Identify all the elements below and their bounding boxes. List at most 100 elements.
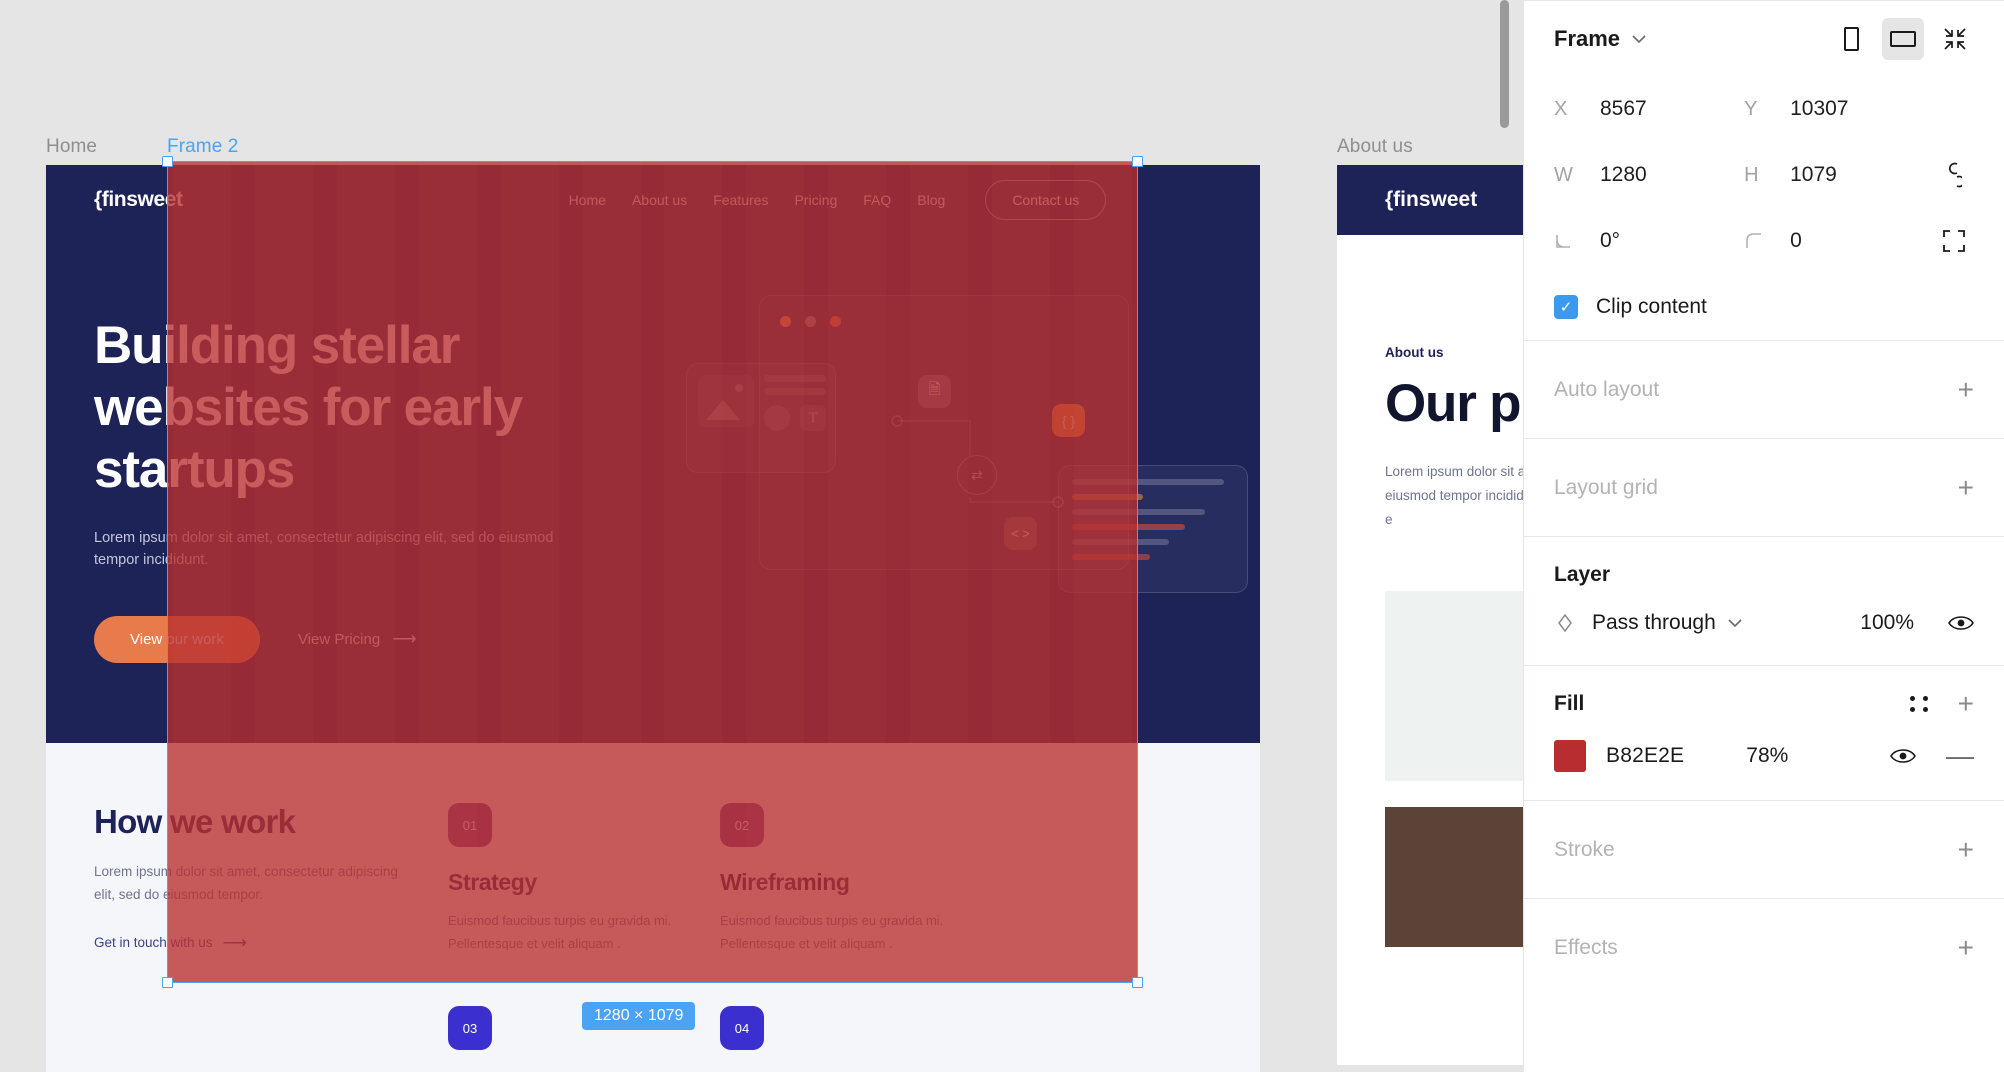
canvas-vertical-scrollbar[interactable] [1500,0,1509,128]
blend-mode-row: Pass through 100% [1554,611,1974,635]
position-row: X 8567 Y 10307 [1524,76,2004,142]
get-in-touch-link[interactable]: Get in touch with us ⟶ [94,933,404,953]
effects-section: Effects + [1524,899,2004,996]
fill-section: Fill + B82E2E 78% — [1524,666,2004,800]
layer-label: Layer [1554,563,1611,586]
nav-link-about-us[interactable]: About us [632,192,687,208]
work-card-badge: 01 [439,803,492,854]
rotation-field[interactable]: 0° [1554,229,1744,253]
nav-link-faq[interactable]: FAQ [863,192,891,208]
get-in-touch-label: Get in touch with us [94,935,213,951]
work-card-development: 04 Development [711,1006,948,1072]
about-us-artboard[interactable]: {finsweet About us Our pro Lorem ipsum d… [1337,165,1523,1065]
work-card-badge: 03 [439,1006,492,1057]
height-field[interactable]: H 1079 [1744,163,1934,187]
constrain-proportions-icon [1949,162,1963,188]
frame-2-artboard[interactable]: {finsweet Home About us Features Pricing… [46,165,1260,1065]
y-field[interactable]: Y 10307 [1744,97,1934,121]
corner-radius-field[interactable]: 0 [1744,229,1934,253]
add-effect-button[interactable]: + [1958,933,1974,962]
fill-color-swatch[interactable] [1554,740,1586,772]
work-card-text: Euismod faucibus turpis eu gravida mi. P… [448,913,672,951]
arrow-right-icon: ⟶ [392,629,417,649]
scale-to-fit-button[interactable] [1934,18,1976,60]
hero-copy: Building stellar websites for early star… [94,315,554,663]
about-image-panel [1385,591,1523,782]
rotation-icon [1554,231,1600,251]
effects-label: Effects [1554,935,1618,959]
portrait-orientation-button[interactable] [1830,18,1872,60]
nav-link-blog[interactable]: Blog [917,192,945,208]
how-we-work-paragraph: Lorem ipsum dolor sit amet, consectetur … [94,864,398,902]
add-stroke-button[interactable]: + [1958,835,1974,864]
work-card-badge: 04 [711,1006,764,1057]
remove-fill-button[interactable]: — [1946,742,1974,770]
width-value[interactable]: 1280 [1600,163,1647,187]
view-our-work-button[interactable]: View our work [94,615,260,663]
layer-section: Layer Pass through 100% [1524,537,2004,665]
nav-link-home[interactable]: Home [569,192,606,208]
clip-content-row[interactable]: ✓ Clip content [1524,274,2004,340]
size-row: W 1280 H 1079 [1524,142,2004,208]
selection-dimensions-badge: 1280 × 1079 [582,1002,696,1030]
layer-visibility-button[interactable] [1948,614,1974,632]
about-copy: About us Our pro Lorem ipsum dolor sit a… [1337,235,1523,531]
independent-corners-icon [1943,230,1965,252]
about-heading: Our pro [1385,374,1523,433]
chevron-down-icon[interactable] [1631,34,1647,44]
width-field[interactable]: W 1280 [1554,163,1744,187]
hero-section: {finsweet Home About us Features Pricing… [46,165,1260,743]
panel-header: Frame [1524,1,2004,76]
nav-contact-us-button[interactable]: Contact us [985,180,1107,220]
fill-styles-button[interactable] [1909,696,1930,712]
fill-label: Fill [1554,692,1585,715]
auto-layout-section: Auto layout + [1524,341,2004,438]
add-auto-layout-button[interactable]: + [1958,375,1974,404]
height-value[interactable]: 1079 [1790,163,1837,187]
layer-opacity-value[interactable]: 100% [1860,611,1914,635]
site-logo[interactable]: {finsweet [1385,188,1477,212]
add-fill-button[interactable]: + [1958,690,1974,718]
view-pricing-link[interactable]: View Pricing ⟶ [298,629,417,649]
site-logo[interactable]: {finsweet [94,188,183,212]
x-value[interactable]: 8567 [1600,97,1647,121]
nav-link-features[interactable]: Features [713,192,768,208]
design-canvas[interactable]: Home Frame 2 About us {finsweet Home Abo… [0,0,1523,1072]
work-card-strategy: 01 Strategy Euismod faucibus turpis eu g… [439,803,676,956]
height-label: H [1744,163,1759,186]
rotation-value[interactable]: 0° [1600,229,1620,253]
constrain-proportions-button[interactable] [1934,162,1974,188]
clip-content-checkbox[interactable]: ✓ [1554,295,1578,319]
corner-radius-icon [1744,231,1790,251]
work-card-title: Design [448,1068,676,1072]
independent-corners-button[interactable] [1934,229,1974,253]
fill-visibility-button[interactable] [1890,747,1916,765]
y-value[interactable]: 10307 [1790,97,1848,121]
frame-label-about-us[interactable]: About us [1337,136,1413,158]
frame-label-frame-2[interactable]: Frame 2 [167,136,238,158]
scale-to-fit-icon [1944,27,1966,50]
panel-header-actions [1830,17,1976,60]
layout-grid-label: Layout grid [1554,475,1658,499]
chevron-down-icon[interactable] [1727,618,1743,628]
frame-label-home[interactable]: Home [46,136,97,158]
landscape-orientation-button[interactable] [1882,17,1924,60]
fill-opacity-value[interactable]: 78% [1746,744,1788,768]
navbar-links: Home About us Features Pricing FAQ Blog [569,192,946,208]
properties-panel: Frame X 8567 Y 10307 W 1280 H 1079 0° 0 … [1523,0,2004,1072]
layout-grid-section: Layout grid + [1524,439,2004,536]
x-label: X [1554,97,1568,120]
hero-illustration: T 🗎 { } < > ⇄ [686,285,1248,645]
hero-paragraph: Lorem ipsum dolor sit amet, consectetur … [94,530,554,569]
blend-mode-value[interactable]: Pass through [1592,611,1716,635]
add-layout-grid-button[interactable]: + [1958,473,1974,502]
x-field[interactable]: X 8567 [1554,97,1744,121]
hero-heading: Building stellar websites for early star… [94,316,523,499]
how-we-work-heading: How we work [94,803,296,840]
nav-link-pricing[interactable]: Pricing [794,192,837,208]
corner-radius-value[interactable]: 0 [1790,229,1802,253]
blend-mode-icon [1554,612,1576,634]
fill-hex-value[interactable]: B82E2E [1606,744,1684,768]
about-photo [1385,807,1523,948]
work-card-title: Development [720,1068,948,1072]
